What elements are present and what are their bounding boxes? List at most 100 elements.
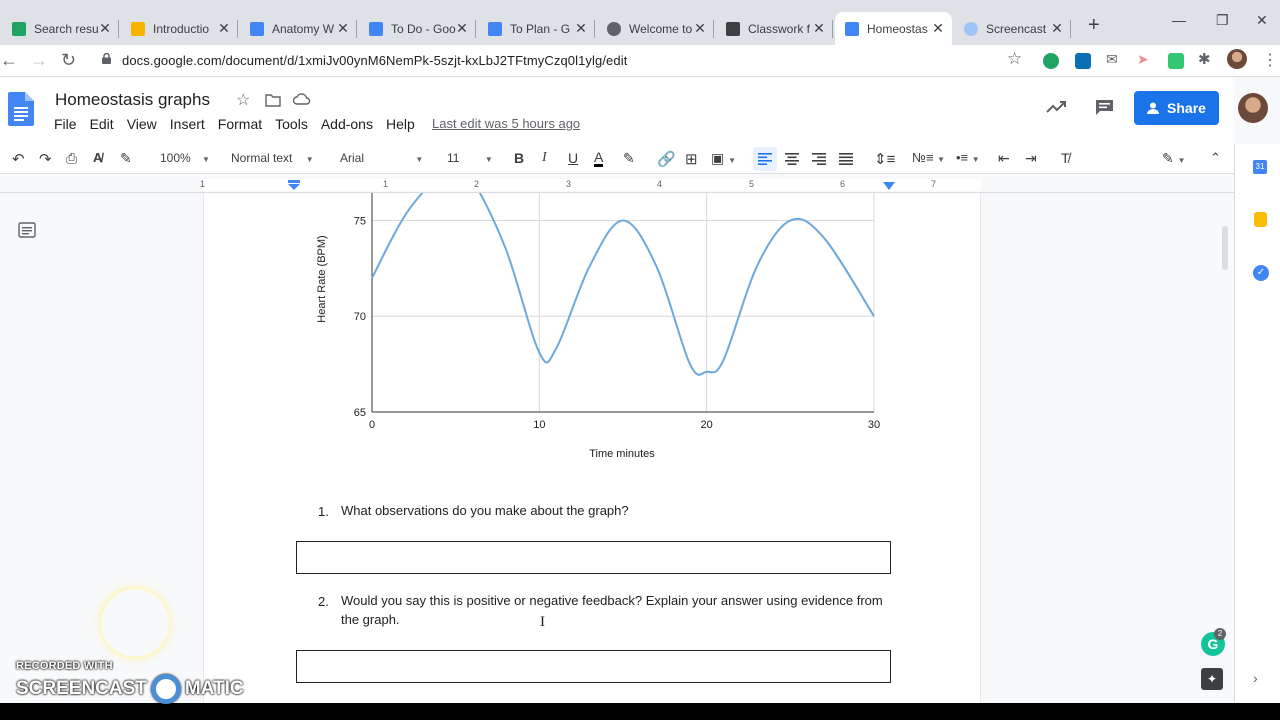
align-center-icon[interactable] (785, 153, 799, 168)
menu-edit[interactable]: Edit (90, 116, 114, 132)
close-tab-icon[interactable]: ✕ (216, 20, 232, 37)
align-left-button[interactable] (753, 147, 777, 171)
add-comment-icon[interactable]: ⊞ (685, 150, 698, 168)
lock-icon[interactable] (102, 53, 111, 64)
close-tab-icon[interactable]: ✕ (1049, 20, 1065, 37)
minimize-button[interactable]: — (1172, 12, 1186, 28)
close-tab-icon[interactable]: ✕ (335, 20, 351, 37)
document-outline-icon[interactable] (18, 222, 36, 238)
increase-indent-icon[interactable]: ⇥ (1025, 150, 1037, 167)
move-folder-icon[interactable] (265, 93, 281, 107)
browser-tab[interactable]: Search resu ✕ (2, 12, 119, 45)
redo-icon[interactable]: ↷ (39, 150, 52, 168)
browser-tab[interactable]: Anatomy W ✕ (240, 12, 357, 45)
clear-formatting-icon[interactable]: T̸ (1061, 150, 1070, 166)
back-button[interactable]: ← (0, 50, 18, 71)
star-icon[interactable]: ☆ (236, 90, 250, 110)
line-spacing-icon[interactable]: ⇕≡ (874, 150, 895, 168)
calendar-icon[interactable]: 31 (1253, 160, 1267, 174)
print-icon[interactable]: ⎙ (66, 150, 77, 167)
browser-tab[interactable]: Classwork f ✕ (716, 12, 833, 45)
browser-tab[interactable]: Introductio ✕ (121, 12, 238, 45)
document-title[interactable]: Homeostasis graphs (55, 90, 210, 110)
close-window-button[interactable]: ✕ (1256, 12, 1268, 29)
activity-trend-icon[interactable] (1046, 100, 1066, 114)
align-right-icon[interactable] (812, 153, 826, 168)
extensions-puzzle-icon[interactable]: ✱ (1198, 50, 1214, 68)
text-color-icon[interactable]: A (594, 150, 604, 167)
show-side-panel-icon[interactable]: › (1253, 670, 1258, 686)
menu-help[interactable]: Help (386, 116, 415, 132)
extension-beta-icon[interactable] (1043, 53, 1059, 69)
menu-insert[interactable]: Insert (170, 116, 205, 132)
numbered-list-icon[interactable]: №≡ ▼ (912, 150, 945, 165)
zoom-select[interactable]: 100% ▼ (160, 151, 210, 165)
menu-format[interactable]: Format (218, 116, 262, 132)
keep-icon[interactable] (1254, 212, 1267, 227)
browser-tab[interactable]: Screencast ✕ (954, 12, 1071, 45)
last-edit-link[interactable]: Last edit was 5 hours ago (432, 116, 580, 131)
url-field[interactable]: docs.google.com/document/d/1xmiJv00ynM6N… (122, 53, 627, 68)
explore-icon[interactable]: ✦ (1201, 668, 1223, 690)
heart-rate-line-chart[interactable]: 0 10 20 30 65 70 75 Heart Rate (BPM) Time minu… (204, 193, 982, 473)
link-icon[interactable]: 🔗 (657, 150, 676, 168)
new-tab-button[interactable]: + (1088, 14, 1100, 37)
menu-tools[interactable]: Tools (275, 116, 308, 132)
menu-add-ons[interactable]: Add-ons (321, 116, 373, 132)
cloud-saved-icon[interactable] (293, 93, 311, 105)
close-tab-icon[interactable]: ✕ (692, 20, 708, 37)
highlight-icon[interactable]: ✎ (623, 150, 635, 167)
close-tab-icon[interactable]: ✕ (97, 20, 113, 37)
ruler[interactable]: 1 1 2 3 4 5 6 7 (0, 175, 1234, 193)
insert-image-icon[interactable]: ▣ ▼ (711, 150, 736, 167)
comment-icon[interactable] (1095, 99, 1114, 116)
extension-icon[interactable] (1075, 53, 1091, 69)
browser-tab[interactable]: Welcome to ✕ (597, 12, 714, 45)
close-tab-icon[interactable]: ✕ (811, 20, 827, 37)
browser-menu-icon[interactable]: ⋮ (1262, 50, 1278, 70)
extension-arrow-icon[interactable]: ➤ (1137, 51, 1153, 67)
profile-avatar[interactable] (1227, 49, 1247, 69)
question-text[interactable]: Would you say this is positive or negati… (341, 591, 901, 629)
close-tab-icon[interactable]: ✕ (454, 20, 470, 37)
browser-tab[interactable]: Homeostas ✕ (835, 12, 952, 45)
font-select[interactable]: Arial ▼ (340, 151, 423, 165)
share-button[interactable]: Share (1134, 91, 1219, 125)
collapse-toolbar-icon[interactable]: ⌃ (1210, 150, 1221, 166)
font-size-select[interactable]: 11 ▼ (447, 151, 493, 165)
undo-icon[interactable]: ↶ (12, 150, 25, 168)
style-select[interactable]: Normal text ▼ (231, 151, 314, 165)
answer-box-2[interactable] (296, 650, 891, 683)
browser-tab[interactable]: To Plan - G ✕ (478, 12, 595, 45)
spellcheck-icon[interactable]: A̸ (93, 150, 102, 165)
menu-view[interactable]: View (127, 116, 157, 132)
right-indent-marker[interactable] (883, 182, 895, 190)
account-avatar[interactable] (1238, 93, 1268, 123)
browser-tab[interactable]: To Do - Goo ✕ (359, 12, 476, 45)
answer-box-1[interactable] (296, 541, 891, 574)
justify-icon[interactable] (839, 153, 853, 168)
forward-button[interactable]: → (30, 50, 48, 71)
bold-icon[interactable]: B (514, 150, 524, 166)
tasks-icon[interactable]: ✓ (1253, 265, 1269, 281)
bulleted-list-icon[interactable]: •≡ ▼ (956, 150, 980, 165)
google-docs-logo-icon[interactable] (8, 92, 34, 126)
menu-file[interactable]: File (54, 116, 77, 132)
close-tab-icon[interactable]: ✕ (573, 20, 589, 37)
document-page[interactable]: 0 10 20 30 65 70 75 Heart Rate (BPM) Time minu… (203, 193, 981, 703)
bookmark-star-icon[interactable]: ☆ (1007, 49, 1022, 69)
decrease-indent-icon[interactable]: ⇤ (998, 150, 1010, 167)
left-indent-marker[interactable] (288, 180, 300, 190)
close-tab-icon[interactable]: ✕ (930, 20, 946, 37)
extension-green-icon[interactable] (1168, 53, 1184, 69)
scrollbar-thumb[interactable] (1222, 226, 1228, 270)
italic-icon[interactable]: I (542, 150, 547, 166)
question-text[interactable]: What observations do you make about the … (341, 501, 901, 520)
paint-format-icon[interactable]: ✎ (120, 150, 132, 167)
gmail-icon[interactable]: ✉ (1106, 51, 1122, 67)
restore-button[interactable]: ❐ (1216, 12, 1229, 29)
reload-button[interactable]: ↻ (61, 50, 76, 71)
chart-y-axis-label: Heart Rate (BPM) (316, 235, 328, 322)
editing-mode-icon[interactable]: ✎ ▼ (1162, 150, 1186, 167)
underline-icon[interactable]: U (568, 150, 578, 166)
